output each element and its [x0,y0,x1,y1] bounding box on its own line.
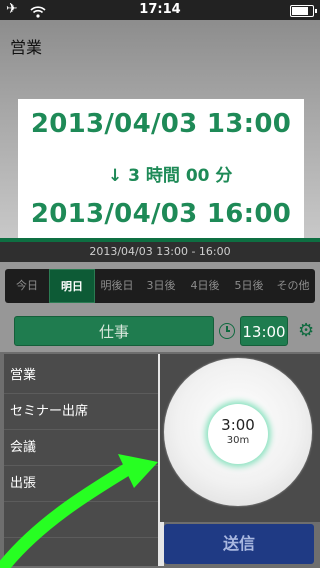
start-datetime[interactable]: 2013/04/03 13:00 [18,109,304,139]
tab-5-days-later[interactable]: 5日後 [227,269,271,303]
status-bar: ✈ 17:14 [0,0,320,20]
tab-day-after-tomorrow[interactable]: 明後日 [95,269,139,303]
tab-today[interactable]: 今日 [5,269,49,303]
start-time-button[interactable]: 13:00 [240,316,288,346]
duration-label: ↓ 3 時間 00 分 [108,166,233,186]
bottom-panel: 営業 セミナー出席 会議 出張 3:00 30m 送信 [0,352,320,568]
event-header: 営業 2013/04/03 13:00 ↓ 3 時間 00 分 2013/04/… [0,20,320,238]
end-datetime[interactable]: 2013/04/03 16:00 [18,199,304,229]
page-title: 営業 [10,38,43,57]
range-summary-bar: 2013/04/03 13:00 - 16:00 [0,238,320,262]
tab-other[interactable]: その他 [271,269,315,303]
day-selector: 今日 明日 明後日 3日後 4日後 5日後 その他 [0,262,320,312]
tab-4-days-later[interactable]: 4日後 [183,269,227,303]
category-row: 仕事 13:00 ⚙ [0,312,320,352]
green-arrow-annotation [0,454,158,568]
category-button[interactable]: 仕事 [14,316,214,346]
gear-icon[interactable]: ⚙ [298,321,314,341]
range-summary: 2013/04/03 13:00 - 16:00 [0,242,320,262]
tab-tomorrow[interactable]: 明日 [49,269,95,303]
day-tab-bar: 今日 明日 明後日 3日後 4日後 5日後 その他 [5,269,315,303]
time-range-panel[interactable]: 2013/04/03 13:00 ↓ 3 時間 00 分 2013/04/03 … [18,99,304,238]
battery-icon [290,5,317,17]
clock-icon [219,323,235,339]
tab-3-days-later[interactable]: 3日後 [139,269,183,303]
status-time: 17:14 [139,2,181,17]
